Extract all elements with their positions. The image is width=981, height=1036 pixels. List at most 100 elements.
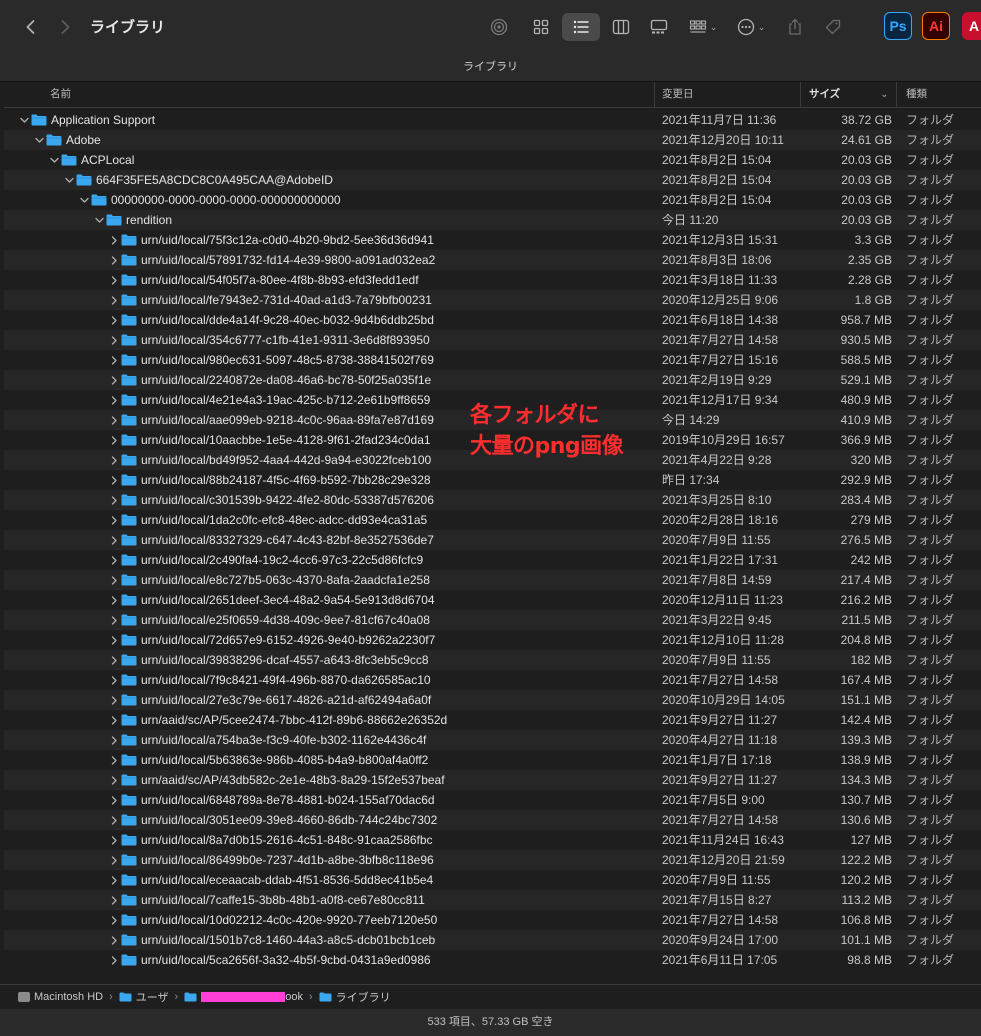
list-item[interactable]: ACPLocal 2021年8月2日 15:04 20.03 GB フォルダ — [4, 150, 981, 170]
tag-button[interactable] — [816, 13, 850, 41]
back-button[interactable] — [14, 10, 48, 44]
path-segment-users[interactable]: ユーザ — [119, 989, 169, 1005]
disclosure-expanded-icon[interactable] — [33, 130, 45, 150]
list-item[interactable]: urn/uid/local/5ca2656f-3a32-4b5f-9cbd-04… — [4, 950, 981, 970]
disclosure-collapsed-icon[interactable] — [108, 270, 120, 290]
disclosure-collapsed-icon[interactable] — [108, 890, 120, 910]
disclosure-expanded-icon[interactable] — [63, 170, 75, 190]
path-segment-disk[interactable]: Macintosh HD — [18, 991, 103, 1003]
list-item[interactable]: urn/uid/local/2651deef-3ec4-48a2-9a54-5e… — [4, 590, 981, 610]
forward-button[interactable] — [48, 10, 82, 44]
list-item[interactable]: urn/uid/local/72d657e9-6152-4926-9e40-b9… — [4, 630, 981, 650]
list-item[interactable]: urn/uid/local/10d02212-4c0c-420e-9920-77… — [4, 910, 981, 930]
disclosure-collapsed-icon[interactable] — [108, 950, 120, 970]
disclosure-expanded-icon[interactable] — [78, 190, 90, 210]
disclosure-collapsed-icon[interactable] — [108, 290, 120, 310]
disclosure-collapsed-icon[interactable] — [108, 930, 120, 950]
disclosure-collapsed-icon[interactable] — [108, 370, 120, 390]
list-item[interactable]: urn/uid/local/e25f0659-4d38-409c-9ee7-81… — [4, 610, 981, 630]
disclosure-expanded-icon[interactable] — [93, 210, 105, 230]
path-segment-user[interactable]: ook — [184, 991, 303, 1003]
disclosure-collapsed-icon[interactable] — [108, 230, 120, 250]
group-button[interactable]: ⌄ — [686, 13, 720, 41]
disclosure-collapsed-icon[interactable] — [108, 790, 120, 810]
disclosure-collapsed-icon[interactable] — [108, 610, 120, 630]
list-item[interactable]: urn/uid/local/75f3c12a-c0d0-4b20-9bd2-5e… — [4, 230, 981, 250]
list-item[interactable]: urn/uid/local/eceaacab-ddab-4f51-8536-5d… — [4, 870, 981, 890]
disclosure-collapsed-icon[interactable] — [108, 330, 120, 350]
disclosure-collapsed-icon[interactable] — [108, 650, 120, 670]
list-item[interactable]: Application Support 2021年11月7日 11:36 38.72… — [4, 110, 981, 130]
column-header-date[interactable]: 変更日 — [654, 82, 800, 107]
list-item[interactable]: urn/uid/local/27e3c79e-6617-4826-a21d-af… — [4, 690, 981, 710]
path-segment-library[interactable]: ライブラリ — [319, 989, 391, 1005]
list-item[interactable]: urn/uid/local/86499b0e-7237-4d1b-a8be-3b… — [4, 850, 981, 870]
disclosure-collapsed-icon[interactable] — [108, 310, 120, 330]
disclosure-collapsed-icon[interactable] — [108, 910, 120, 930]
list-item[interactable]: urn/uid/local/5b63863e-986b-4085-b4a9-b8… — [4, 750, 981, 770]
disclosure-collapsed-icon[interactable] — [108, 870, 120, 890]
list-item[interactable]: urn/uid/local/fe7943e2-731d-40ad-a1d3-7a… — [4, 290, 981, 310]
list-item[interactable]: urn/uid/local/e8c727b5-063c-4370-8afa-2a… — [4, 570, 981, 590]
disclosure-collapsed-icon[interactable] — [108, 850, 120, 870]
disclosure-collapsed-icon[interactable] — [108, 350, 120, 370]
disclosure-collapsed-icon[interactable] — [108, 590, 120, 610]
gallery-view-button[interactable] — [642, 13, 676, 41]
column-view-button[interactable] — [604, 13, 638, 41]
list-item[interactable]: urn/uid/local/39838296-dcaf-4557-a643-8f… — [4, 650, 981, 670]
disclosure-collapsed-icon[interactable] — [108, 470, 120, 490]
list-item[interactable]: urn/uid/local/a754ba3e-f3c9-40fe-b302-11… — [4, 730, 981, 750]
list-item[interactable]: urn/aaid/sc/AP/5cee2474-7bbc-412f-89b6-8… — [4, 710, 981, 730]
list-view-button[interactable] — [562, 13, 600, 41]
disclosure-collapsed-icon[interactable] — [108, 490, 120, 510]
action-button[interactable]: ⌄ — [734, 13, 768, 41]
list-item[interactable]: urn/uid/local/dde4a14f-9c28-40ec-b032-9d… — [4, 310, 981, 330]
disclosure-collapsed-icon[interactable] — [108, 810, 120, 830]
disclosure-collapsed-icon[interactable] — [108, 630, 120, 650]
disclosure-collapsed-icon[interactable] — [108, 250, 120, 270]
share-button[interactable] — [778, 13, 812, 41]
list-item[interactable]: Adobe 2021年12月20日 10:11 24.61 GB フォルダ — [4, 130, 981, 150]
list-item[interactable]: urn/uid/local/3051ee09-39e8-4660-86db-74… — [4, 810, 981, 830]
disclosure-expanded-icon[interactable] — [18, 110, 30, 130]
column-header-name[interactable]: 名前 — [50, 82, 71, 107]
list-item[interactable]: urn/uid/local/88b24187-4f5c-4f69-b592-7b… — [4, 470, 981, 490]
list-item[interactable]: urn/uid/local/1da2c0fc-efc8-48ec-adcc-dd… — [4, 510, 981, 530]
list-item[interactable]: 00000000-0000-0000-0000-000000000000 2021… — [4, 190, 981, 210]
disclosure-collapsed-icon[interactable] — [108, 770, 120, 790]
list-item[interactable]: urn/uid/local/57891732-fd14-4e39-9800-a0… — [4, 250, 981, 270]
disclosure-collapsed-icon[interactable] — [108, 430, 120, 450]
acrobat-app-icon[interactable]: A — [962, 12, 981, 40]
illustrator-app-icon[interactable]: Ai — [922, 12, 950, 40]
list-item[interactable]: urn/uid/local/980ec631-5097-48c5-8738-38… — [4, 350, 981, 370]
disclosure-collapsed-icon[interactable] — [108, 570, 120, 590]
airdrop-button[interactable] — [482, 13, 516, 41]
list-item[interactable]: urn/uid/local/7caffe15-3b8b-48b1-a0f8-ce… — [4, 890, 981, 910]
disclosure-collapsed-icon[interactable] — [108, 450, 120, 470]
column-header-size[interactable]: サイズ ⌄ — [800, 82, 896, 107]
disclosure-collapsed-icon[interactable] — [108, 530, 120, 550]
disclosure-expanded-icon[interactable] — [48, 150, 60, 170]
list-item[interactable]: 664F35FE5A8CDC8C0A495CAA@AdobeID 2021年8月2… — [4, 170, 981, 190]
disclosure-collapsed-icon[interactable] — [108, 670, 120, 690]
list-item[interactable]: urn/uid/local/354c6777-c1fb-41e1-9311-3e… — [4, 330, 981, 350]
list-item[interactable]: urn/uid/local/c301539b-9422-4fe2-80dc-53… — [4, 490, 981, 510]
file-list[interactable]: Application Support 2021年11月7日 11:36 38.72… — [4, 110, 981, 983]
list-item[interactable]: urn/uid/local/54f05f7a-80ee-4f8b-8b93-ef… — [4, 270, 981, 290]
list-item[interactable]: urn/aaid/sc/AP/43db582c-2e1e-48b3-8a29-1… — [4, 770, 981, 790]
disclosure-collapsed-icon[interactable] — [108, 830, 120, 850]
list-item[interactable]: urn/uid/local/83327329-c647-4c43-82bf-8e… — [4, 530, 981, 550]
disclosure-collapsed-icon[interactable] — [108, 510, 120, 530]
disclosure-collapsed-icon[interactable] — [108, 690, 120, 710]
icon-view-button[interactable] — [524, 13, 558, 41]
list-item[interactable]: urn/uid/local/2240872e-da08-46a6-bc78-50… — [4, 370, 981, 390]
list-item[interactable]: urn/uid/local/2c490fa4-19c2-4cc6-97c3-22… — [4, 550, 981, 570]
disclosure-collapsed-icon[interactable] — [108, 410, 120, 430]
list-item[interactable]: urn/uid/local/6848789a-8e78-4881-b024-15… — [4, 790, 981, 810]
photoshop-app-icon[interactable]: Ps — [884, 12, 912, 40]
list-item[interactable]: urn/uid/local/1501b7c8-1460-44a3-a8c5-dc… — [4, 930, 981, 950]
list-item[interactable]: rendition 今日 11:20 20.03 GB フォルダ — [4, 210, 981, 230]
disclosure-collapsed-icon[interactable] — [108, 710, 120, 730]
disclosure-collapsed-icon[interactable] — [108, 750, 120, 770]
disclosure-collapsed-icon[interactable] — [108, 390, 120, 410]
